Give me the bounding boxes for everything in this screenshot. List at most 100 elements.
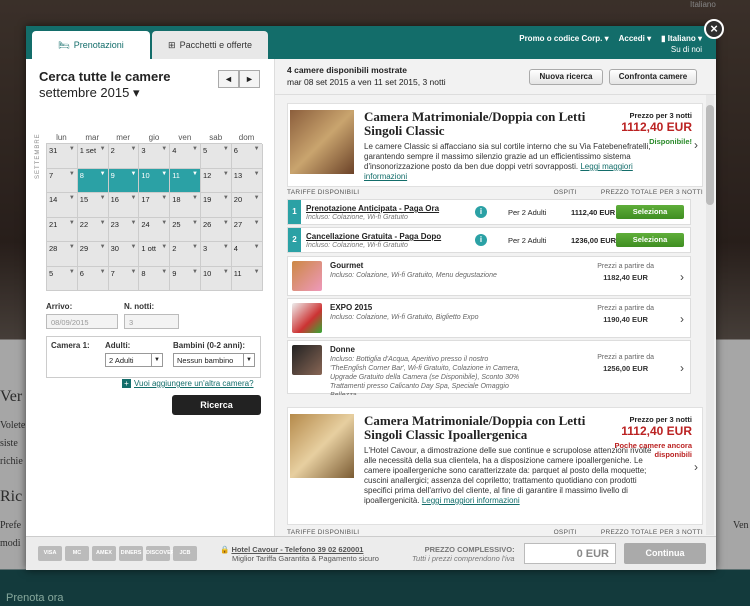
kids-select[interactable]: Nessun bambino ▼ xyxy=(173,353,255,367)
calendar-day[interactable]: 23 ▼ xyxy=(108,217,140,242)
calendar-day[interactable]: 13 ▼ xyxy=(231,168,263,193)
calendar-day[interactable]: 21 ▼ xyxy=(47,217,78,242)
calendar-day[interactable]: 27 ▼ xyxy=(231,217,263,242)
calendar-day[interactable]: 31 ▼ xyxy=(47,144,78,169)
nights-label: N. notti: xyxy=(124,302,155,311)
calendar-day[interactable]: 5 ▼ xyxy=(47,266,78,291)
calendar-day[interactable]: 15 ▼ xyxy=(77,193,109,218)
calendar-day[interactable]: 25 ▼ xyxy=(170,217,201,242)
calendar-day[interactable]: 16 ▼ xyxy=(108,193,140,218)
info-icon[interactable]: i xyxy=(475,234,487,246)
compare-button[interactable]: Confronta camere xyxy=(609,69,697,85)
info-icon[interactable]: i xyxy=(475,206,487,218)
package-image xyxy=(292,261,322,291)
tab-prenotazioni[interactable]: 🛏 Prenotazioni xyxy=(32,31,150,59)
calendar-day[interactable]: 29 ▼ xyxy=(77,242,109,267)
chevron-right-icon[interactable]: › xyxy=(680,312,684,326)
room-photo[interactable] xyxy=(290,110,354,174)
diners-icon: DINERS xyxy=(119,546,143,561)
package-row[interactable]: EXPO 2015 Incluso: Colazione, Wi-fi Grat… xyxy=(287,298,691,338)
calendar-day[interactable]: 30 ▼ xyxy=(108,242,140,267)
chevron-right-icon[interactable]: › xyxy=(694,138,698,152)
calendar-day[interactable]: 26 ▼ xyxy=(200,217,232,242)
rate-number: 2 xyxy=(288,228,301,252)
calendar-day[interactable]: 3 ▼ xyxy=(200,242,232,267)
day-number: 11 xyxy=(172,170,180,180)
promo-link[interactable]: Promo o codice Corp. ▾ xyxy=(519,34,608,43)
day-number: 30 xyxy=(110,244,119,253)
calendar-day[interactable]: 8 ▼ xyxy=(77,168,109,193)
hotel-link[interactable]: Hotel Cavour - Telefono 39 02 620001 xyxy=(231,545,363,554)
package-row[interactable]: Gourmet Incluso: Colazione, Wi-fi Gratui… xyxy=(287,256,691,296)
room-photo[interactable] xyxy=(290,414,354,478)
calendar-day[interactable]: 20 ▼ xyxy=(231,193,263,218)
new-search-button[interactable]: Nuova ricerca xyxy=(529,69,603,85)
calendar-day[interactable]: 7 ▼ xyxy=(108,266,140,291)
calendar-day[interactable]: 9 ▼ xyxy=(170,266,201,291)
calendar-day[interactable]: 19 ▼ xyxy=(200,193,232,218)
day-number: 2 xyxy=(172,244,177,253)
login-link[interactable]: Accedi ▾ xyxy=(619,34,651,43)
select-button[interactable]: Seleziona xyxy=(616,205,684,219)
calendar-day[interactable]: 18 ▼ xyxy=(170,193,201,218)
calendar-day[interactable]: 4 ▼ xyxy=(170,144,201,169)
more-info-link[interactable]: Leggi maggiori informazioni xyxy=(422,496,520,505)
search-button[interactable]: Ricerca xyxy=(172,395,261,415)
chevron-right-icon[interactable]: › xyxy=(694,460,698,474)
tab-pacchetti[interactable]: ⊞ Pacchetti e offerte xyxy=(152,31,268,59)
arrival-input[interactable]: 08/09/2015 xyxy=(46,314,118,329)
calendar-day[interactable]: 1 ott ▼ xyxy=(139,242,171,267)
calendar-day[interactable]: 12 ▼ xyxy=(200,168,232,193)
room-card-2: Camera Matrimoniale/Doppia con Letti Sin… xyxy=(287,407,703,525)
select-button[interactable]: Seleziona xyxy=(616,233,684,247)
calendar-day[interactable]: 10 ▼ xyxy=(200,266,232,291)
chevron-down-icon: ▼ xyxy=(222,268,229,275)
calendar-day[interactable]: 3 ▼ xyxy=(139,144,171,169)
calendar-day[interactable]: 6 ▼ xyxy=(231,144,263,169)
calendar-day[interactable]: 7 ▼ xyxy=(47,168,78,193)
scroll-thumb[interactable] xyxy=(706,105,714,205)
chevron-down-icon: ▼ xyxy=(192,170,198,177)
day-number: 8 xyxy=(141,268,146,278)
rate-name[interactable]: Prenotazione Anticipata - Paga Ora xyxy=(306,204,439,213)
language-link[interactable]: ▮ Italiano ▾ xyxy=(661,34,702,43)
calendar-day[interactable]: 8 ▼ xyxy=(139,266,171,291)
chevron-right-icon[interactable]: › xyxy=(680,270,684,284)
chevron-down-icon: ▼ xyxy=(68,268,75,275)
next-month-button[interactable]: ► xyxy=(239,70,260,88)
calendar-day[interactable]: 28 ▼ xyxy=(47,242,78,267)
calendar-day[interactable]: 17 ▼ xyxy=(139,193,171,218)
rate-includes: Incluso: Colazione, Wi-fi Gratuito xyxy=(306,242,408,249)
chevron-down-icon: ▼ xyxy=(161,170,168,177)
adults-select[interactable]: 2 Adulti ▼ xyxy=(105,353,163,367)
calendar-day[interactable]: 5 ▼ xyxy=(200,144,232,169)
nights-input[interactable]: 3 xyxy=(124,314,179,329)
rate-row: 1 Prenotazione Anticipata - Paga Ora Inc… xyxy=(287,199,691,225)
calendar-day[interactable]: 10 ▼ xyxy=(139,168,171,193)
calendar-day[interactable]: 9 ▼ xyxy=(108,168,140,193)
calendar-day[interactable]: 2 ▼ xyxy=(170,242,201,267)
calendar-day[interactable]: 14 ▼ xyxy=(47,193,78,218)
weekday-label: dom xyxy=(238,133,255,142)
calendar-day[interactable]: 6 ▼ xyxy=(77,266,109,291)
continue-button[interactable]: Continua xyxy=(624,543,706,564)
package-row[interactable]: Donne Incluso: Bottiglia d'Acqua, Aperit… xyxy=(287,340,691,395)
calendar-day[interactable]: 2 ▼ xyxy=(108,144,140,169)
scrollbar[interactable] xyxy=(706,95,714,535)
calendar-day[interactable]: 22 ▼ xyxy=(77,217,109,242)
about-link[interactable]: Su di noi xyxy=(671,45,702,54)
prev-month-button[interactable]: ◄ xyxy=(218,70,239,88)
close-icon[interactable]: × xyxy=(704,19,724,39)
rate-name[interactable]: Cancellazione Gratuita - Paga Dopo xyxy=(306,232,441,241)
add-room-link[interactable]: + Vuoi aggiungere un'altra camera? xyxy=(122,379,254,388)
tab-label: Pacchetti e offerte xyxy=(179,40,252,50)
chevron-right-icon[interactable]: › xyxy=(680,361,684,375)
day-number: 26 xyxy=(202,219,212,229)
package-includes: Incluso: Colazione, Wi-fi Gratuito, Menu… xyxy=(330,272,497,279)
calendar-day[interactable]: 4 ▼ xyxy=(231,242,263,267)
calendar-day[interactable]: 1 set ▼ xyxy=(77,144,109,169)
chevron-down-icon: ▼ xyxy=(161,244,168,250)
calendar-day[interactable]: 24 ▼ xyxy=(139,217,171,242)
calendar-day[interactable]: 11 ▼ xyxy=(170,168,201,193)
calendar-day[interactable]: 11 ▼ xyxy=(231,266,263,291)
